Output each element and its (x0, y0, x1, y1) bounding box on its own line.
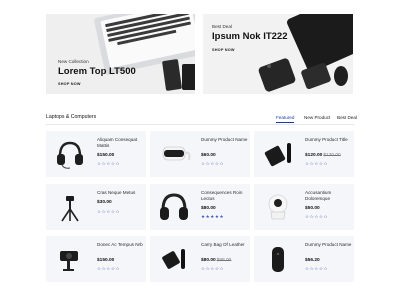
tab-new-product[interactable]: New Product (304, 115, 330, 120)
product-card[interactable]: Cras Neque Metus $30.00 ☆☆☆☆☆ (46, 184, 146, 230)
tab-best-deal[interactable]: Best Deal (337, 115, 357, 120)
rating-stars: ☆☆☆☆☆ (305, 266, 329, 271)
old-price: $130.00 (323, 153, 341, 158)
product-price: $150.00 (97, 153, 115, 158)
product-price: $56.20 (305, 258, 320, 263)
speaker-icon (272, 247, 284, 272)
tripod-icon (61, 196, 79, 222)
rating-stars: ☆☆☆☆☆ (305, 214, 329, 219)
banner-new-collection[interactable]: New Collection Lorem Top LT500 SHOP NOW (46, 14, 195, 94)
banner-title: Ipsum Nok IT222 (212, 31, 288, 42)
rating-stars: ★★★★★ (201, 214, 225, 219)
product-name[interactable]: Dummy Product Name (201, 137, 249, 143)
product-name[interactable]: Carry Bag Of Leather (201, 242, 249, 248)
product-card[interactable]: Donec Ac Tempus Nrb $150.00 ☆☆☆☆☆ (46, 236, 146, 282)
rating-stars: ☆☆☆☆☆ (201, 266, 225, 271)
product-card[interactable]: Accusantium Doloremque $50.00 ☆☆☆☆☆ (254, 184, 354, 230)
banner-best-deal[interactable]: Best Deal Ipsum Nok IT222 SHOP NOW (203, 14, 353, 94)
product-price: $60.00 (201, 153, 216, 158)
product-name[interactable]: Donec Ac Tempus Nrb (97, 242, 145, 248)
product-name[interactable]: Consequences Roin Lectus (201, 190, 249, 202)
security-camera-icon (268, 194, 288, 220)
headset-icon (57, 141, 83, 169)
rating-stars: ☆☆☆☆☆ (201, 161, 225, 166)
shop-now-link[interactable]: SHOP NOW (212, 48, 235, 52)
product-name[interactable]: Cras Neque Metus (97, 190, 145, 196)
section-title: Laptops & Computers (46, 114, 97, 120)
tab-featured[interactable]: Featured (276, 115, 294, 120)
rating-stars: ☆☆☆☆☆ (97, 209, 121, 214)
product-name[interactable]: Aliquam Consequat Mattis (97, 137, 145, 149)
active-tab-underline (276, 122, 294, 123)
product-card[interactable]: Dummy Product Name $60.00 ☆☆☆☆☆ (150, 131, 250, 177)
product-price: $50.00 (305, 206, 320, 211)
streaming-box-icon (264, 143, 291, 167)
rating-stars: ☆☆☆☆☆ (305, 161, 329, 166)
product-price: $120.00$130.00 (305, 153, 341, 158)
remote-icon (162, 249, 185, 269)
product-price: $30.00 (97, 200, 112, 205)
rating-stars: ☆☆☆☆☆ (97, 266, 121, 271)
product-card[interactable]: Dummy Product Name $56.20 ☆☆☆☆☆ (254, 236, 354, 282)
rating-stars: ☆☆☆☆☆ (97, 161, 121, 166)
banner-eyebrow: Best Deal (212, 24, 232, 29)
webcam-icon (60, 251, 78, 271)
vr-headset-icon (162, 146, 191, 161)
banner-eyebrow: New Collection (58, 59, 89, 64)
product-name[interactable]: Accusantium Doloremque (305, 190, 353, 202)
product-price: $80.00 (201, 206, 216, 211)
product-name[interactable]: Dummy Product Title (305, 137, 353, 143)
product-card[interactable]: Consequences Roin Lectus $80.00 ★★★★★ (150, 184, 250, 230)
banner-title: Lorem Top LT500 (58, 66, 136, 77)
old-price: $88.00 (216, 258, 232, 263)
product-name[interactable]: Dummy Product Name (305, 242, 353, 248)
headphones-icon (160, 193, 188, 220)
shop-now-link[interactable]: SHOP NOW (58, 82, 81, 86)
product-price: $80.00$88.00 (201, 258, 232, 263)
product-card[interactable]: Aliquam Consequat Mattis $150.00 ☆☆☆☆☆ (46, 131, 146, 177)
product-price: $150.00 (97, 258, 115, 263)
section-divider (46, 124, 354, 125)
product-card[interactable]: Carry Bag Of Leather $80.00$88.00 ☆☆☆☆☆ (150, 236, 250, 282)
product-card[interactable]: Dummy Product Title $120.00$130.00 ☆☆☆☆☆ (254, 131, 354, 177)
